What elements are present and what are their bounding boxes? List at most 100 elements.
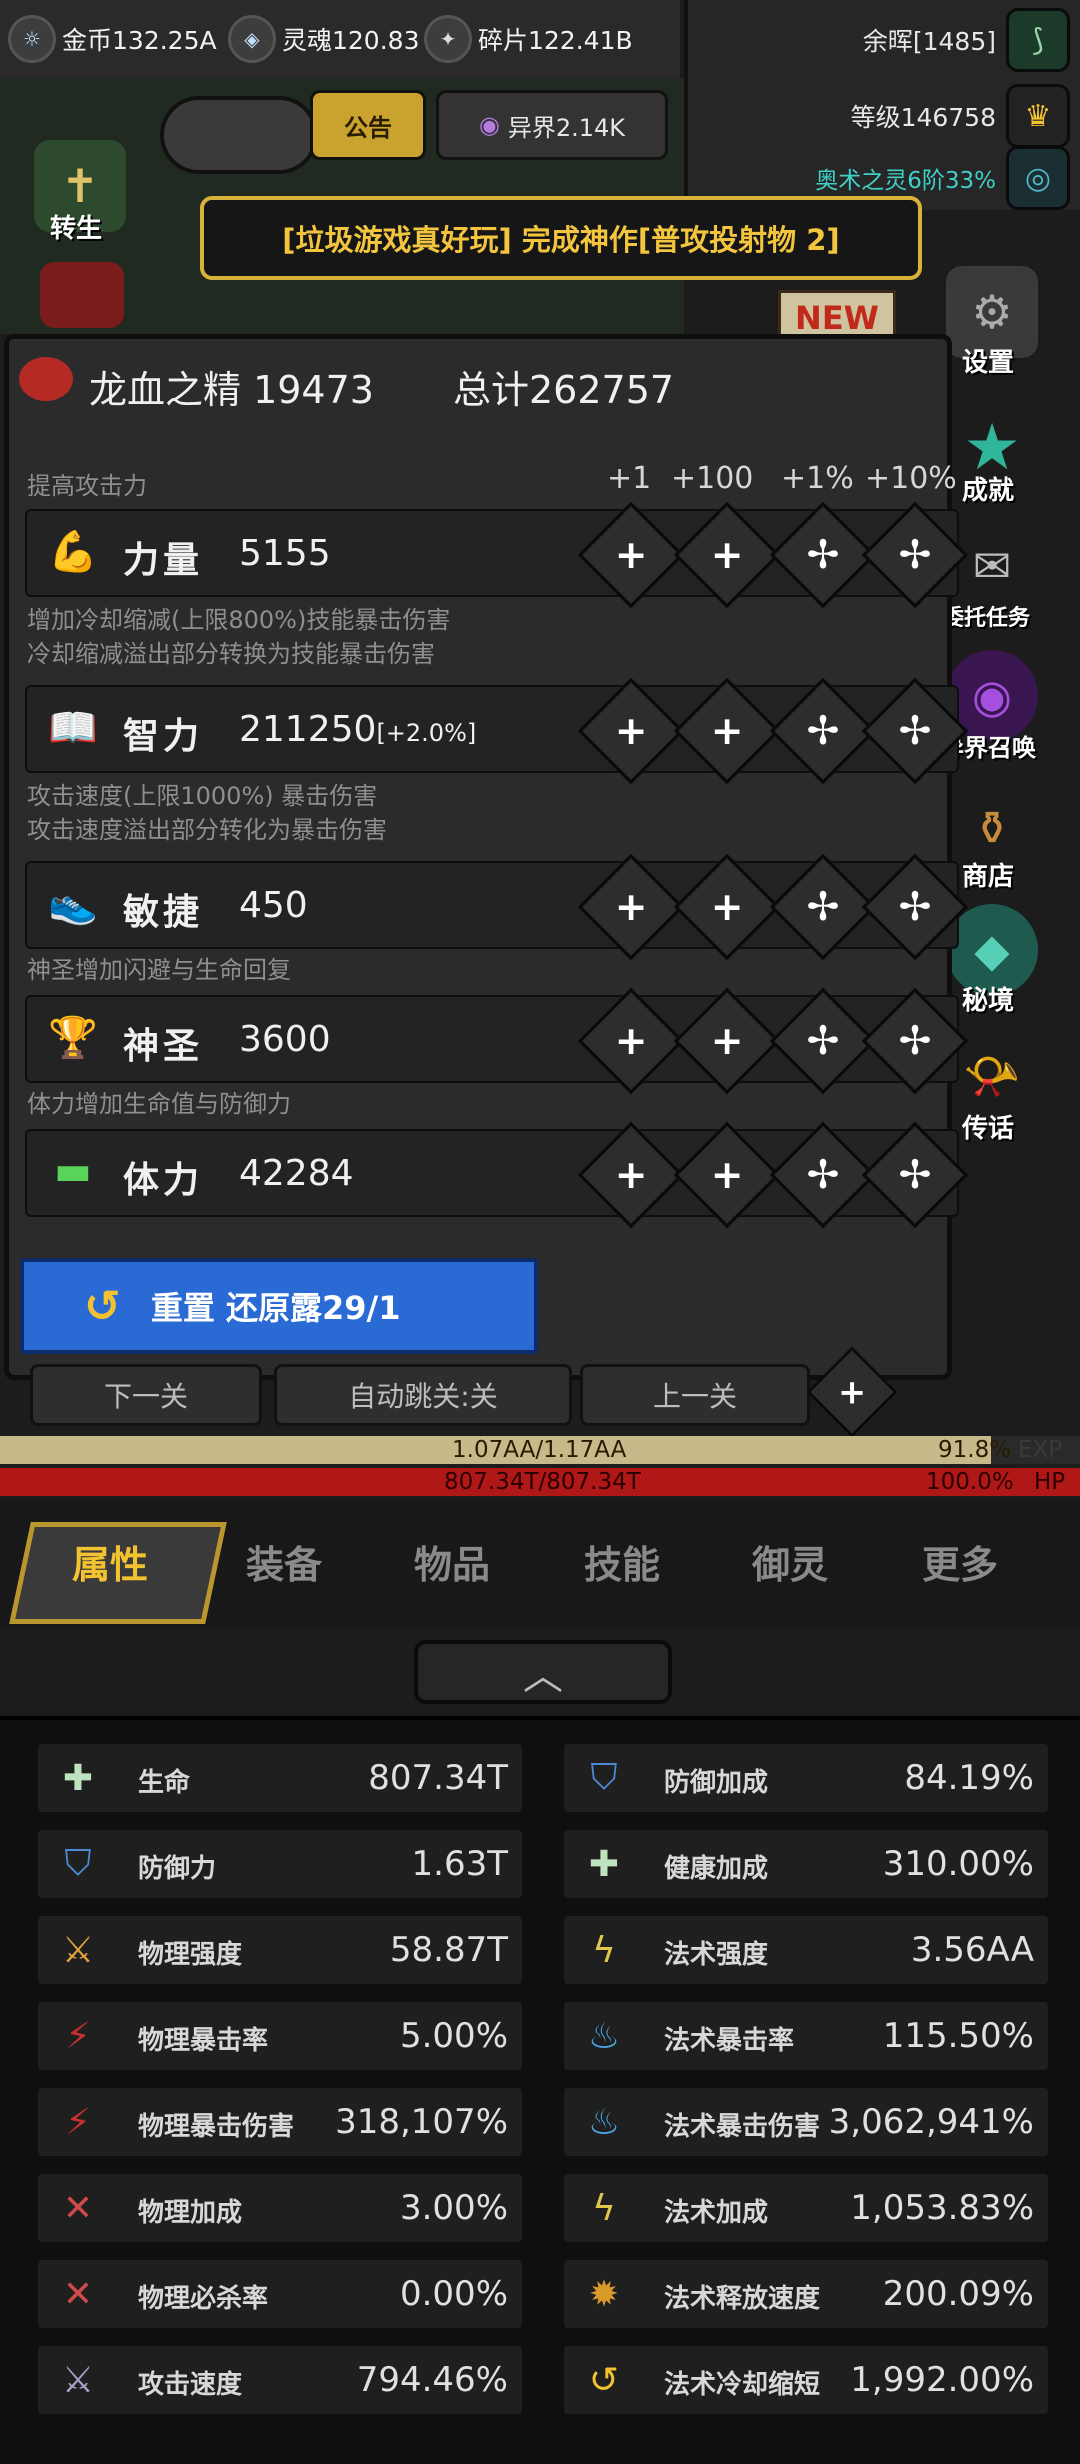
undo-icon: ↺ — [588, 2359, 620, 2401]
cross-icon: ✝ — [60, 159, 100, 213]
reset-button[interactable]: ↺ 重置 还原露29/1 — [20, 1258, 538, 1354]
lightning-icon: ϟ — [592, 1929, 616, 1971]
stat-life: ✚ 生命 807.34T — [38, 1744, 522, 1812]
stat-name: 法术强度 — [664, 1940, 769, 1970]
tab-equipment[interactable]: 装备 — [246, 1534, 322, 1589]
stat-value: 5155 — [239, 533, 331, 574]
collapse-handle[interactable]: ︿ — [414, 1640, 672, 1704]
gem-icon: ◆ — [974, 923, 1010, 977]
double-plus-icon: ✢ — [806, 708, 840, 754]
claw-slash-icon: ⚡ — [65, 2015, 91, 2057]
exp-bar: 1.07AA/1.17AA 91.8% EXP — [0, 1436, 1080, 1464]
plus-icon: + — [614, 708, 648, 754]
bandage-icon: ▬ — [54, 1148, 92, 1194]
stat-value-bonus: [+2.0%] — [376, 719, 477, 747]
agility-hint-2: 攻击速度溢出部分转化为暴击伤害 — [27, 816, 387, 844]
blue-flame-icon: ♨ — [587, 2101, 621, 2143]
stat-value: 3.56AA — [910, 1930, 1034, 1970]
gold-resource: ☼ 金币132.25A — [8, 14, 217, 64]
soul-amount: 灵魂120.83 — [282, 26, 420, 55]
legend-label: 传话 — [962, 1114, 1015, 1144]
auto-skip-toggle[interactable]: 自动跳关:关 — [274, 1364, 572, 1426]
hp-value: 807.34T/807.34T — [444, 1469, 641, 1495]
stat-spell-cooldown: ↺ 法术冷却缩短 1,992.00% — [564, 2346, 1048, 2414]
level-value: 等级146758 — [850, 103, 996, 132]
stat-name: 法术加成 — [664, 2198, 769, 2228]
tab-more[interactable]: 更多 — [922, 1534, 998, 1589]
flame-shield-icon: ✹ — [588, 2273, 620, 2315]
exp-label: EXP — [1018, 1437, 1063, 1463]
yuhui-row[interactable]: 余晖[1485] ⟆ — [862, 8, 1070, 72]
muscle-icon: 💪 — [48, 528, 98, 575]
stat-value: 794.46% — [356, 2360, 508, 2400]
coin-icon: ☼ — [8, 15, 56, 63]
col-label-plus10pct: +10% — [865, 461, 957, 496]
stat-name: 力量 — [123, 540, 204, 581]
prev-level-button[interactable]: 上一关 — [580, 1364, 810, 1426]
double-plus-icon: ✢ — [898, 1018, 932, 1064]
stat-value: 58.87T — [389, 1930, 508, 1970]
tab-attributes[interactable]: 属性 — [72, 1534, 148, 1589]
stat-name: 智力 — [123, 716, 204, 757]
stat-physical-bonus: ✕ 物理加成 3.00% — [38, 2174, 522, 2242]
cross-heal-icon: ✚ — [588, 1843, 620, 1885]
attribute-stats-panel: ✚ 生命 807.34T ⛉ 防御力 1.63T ⚔ 物理强度 58.87T ⚡… — [0, 1716, 1080, 2464]
trophy-icon: 🏆 — [48, 1014, 98, 1061]
blue-flame-icon: ♨ — [587, 2015, 621, 2057]
swirl-icon: ◎ — [1006, 146, 1070, 210]
winged-boot-icon: 👟 — [48, 880, 98, 927]
settings-label: 设置 — [962, 348, 1015, 378]
shop-label: 商店 — [962, 862, 1015, 892]
meat-icon[interactable] — [40, 262, 124, 328]
vitality-hint: 体力增加生命值与防御力 — [27, 1090, 291, 1118]
fragment-amount: 碎片122.41B — [478, 26, 633, 55]
level-row[interactable]: 等级146758 ♛ — [850, 84, 1070, 148]
stat-value: 200.09% — [882, 2274, 1034, 2314]
essence-total: 总计262757 — [453, 368, 675, 412]
col-label-plus1pct: +1% — [781, 461, 854, 496]
tab-skills[interactable]: 技能 — [584, 1534, 660, 1589]
plus-icon: + — [710, 532, 744, 578]
stat-name: 物理必杀率 — [138, 2284, 269, 2314]
essence-count: 龙血之精 19473 — [89, 368, 374, 412]
shield-icon: ⛉ — [590, 1757, 618, 1798]
stat-spell-crit-rate: ♨ 法术暴击率 115.50% — [564, 2002, 1048, 2070]
stat-name: 敏捷 — [123, 892, 204, 933]
lightning-icon: ϟ — [592, 2187, 616, 2229]
stat-spell-crit-damage: ♨ 法术暴击伤害 3,062,941% — [564, 2088, 1048, 2156]
stat-name: 物理暴击率 — [138, 2026, 269, 2056]
stat-value: 42284 — [239, 1153, 354, 1194]
tab-items[interactable]: 物品 — [414, 1534, 490, 1589]
stat-value: 807.34T — [368, 1758, 508, 1798]
stat-name: 攻击速度 — [138, 2370, 243, 2400]
otherworld-button[interactable]: ◉ 异界2.14K — [436, 90, 668, 160]
stat-value: 84.19% — [904, 1758, 1034, 1798]
stat-spell-power: ϟ 法术强度 3.56AA — [564, 1916, 1048, 1984]
arcane-progress: 奥术之灵6阶33% — [815, 168, 996, 194]
notification-banner: [垃圾游戏真好玩] 完成神作[普攻投射物 2] — [200, 196, 922, 280]
quest-button[interactable]: ✉ — [946, 520, 1038, 612]
stat-value: 0.00% — [399, 2274, 508, 2314]
stat-value-number: 211250 — [239, 709, 377, 750]
stat-name: 神圣 — [123, 1026, 204, 1067]
stat-value: 115.50% — [882, 2016, 1034, 2056]
stat-spell-bonus: ϟ 法术加成 1,053.83% — [564, 2174, 1048, 2242]
portal-icon: ◉ — [971, 669, 1013, 723]
stat-value: 211250[+2.0%] — [239, 709, 476, 750]
double-plus-icon: ✢ — [898, 532, 932, 578]
next-level-button[interactable]: 下一关 — [30, 1364, 262, 1426]
undo-icon: ↺ — [84, 1280, 121, 1332]
stat-health-bonus: ✚ 健康加成 310.00% — [564, 1830, 1048, 1898]
double-plus-icon: ✢ — [898, 884, 932, 930]
col-label-plus100: +100 — [671, 461, 754, 496]
yuhui-amount: 余晖[1485] — [862, 27, 996, 56]
pot-icon: ⚱ — [972, 801, 1012, 855]
shield-icon: ⛉ — [64, 1843, 92, 1884]
notice-button[interactable]: 公告 — [310, 90, 426, 160]
stat-value: 450 — [239, 885, 308, 926]
stat-defense: ⛉ 防御力 1.63T — [38, 1830, 522, 1898]
sword-icon: ⚔ — [61, 1929, 95, 1971]
plus-icon: + — [614, 884, 648, 930]
tab-spirits[interactable]: 御灵 — [752, 1534, 828, 1589]
stat-name: 法术暴击率 — [664, 2026, 795, 2056]
